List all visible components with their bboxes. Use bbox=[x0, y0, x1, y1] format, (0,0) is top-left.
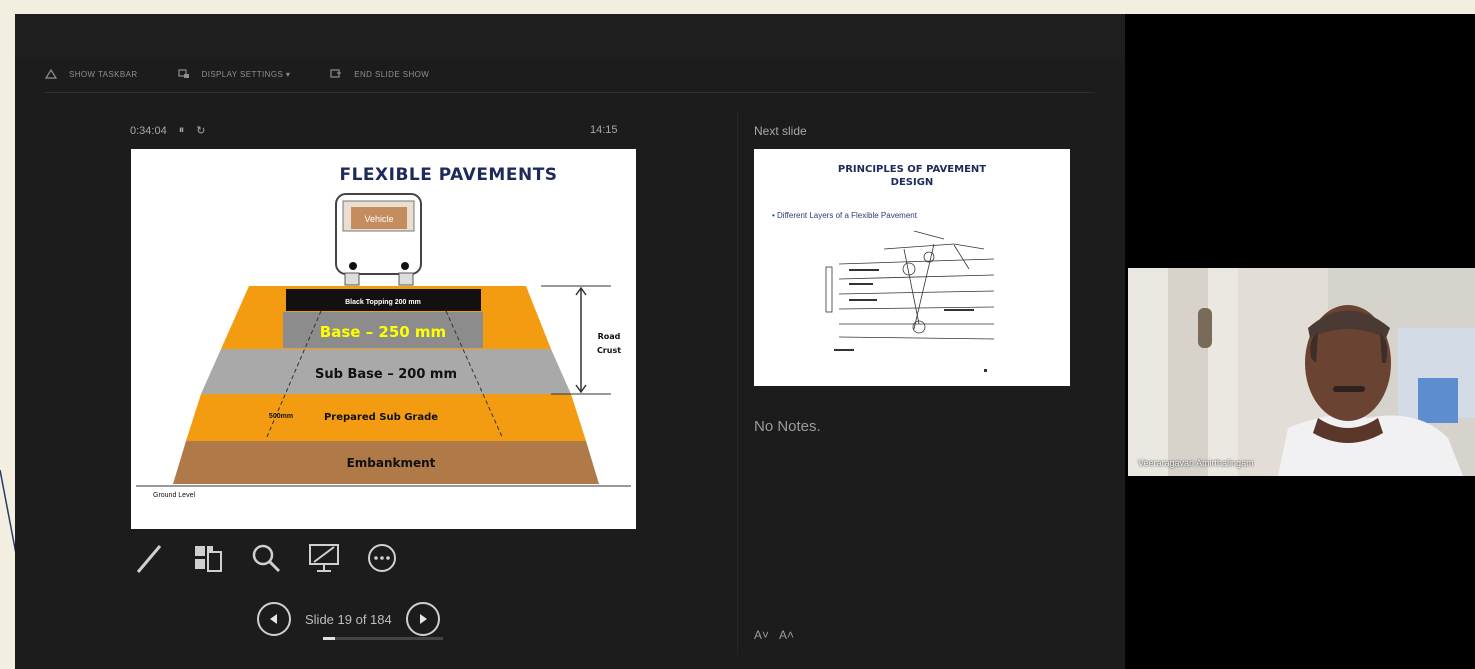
show-taskbar-button[interactable]: SHOW TASKBAR bbox=[45, 68, 138, 80]
elapsed-time: 0:34:04 bbox=[130, 124, 167, 137]
black-topping-label: Black Topping 200 mm bbox=[345, 299, 421, 306]
end-slide-show-label: END SLIDE SHOW bbox=[354, 69, 430, 79]
title-bar bbox=[15, 14, 1125, 58]
pause-icon[interactable]: ⏸ bbox=[179, 124, 185, 137]
display-settings-button[interactable]: DISPLAY SETTINGS ▾ bbox=[177, 68, 291, 80]
previous-slide-button[interactable] bbox=[257, 602, 291, 636]
slide-counter: Slide 19 of 184 bbox=[305, 611, 392, 627]
black-screen-icon[interactable] bbox=[306, 540, 342, 576]
sub-base-label: Sub Base – 200 mm bbox=[315, 367, 457, 382]
pavement-layers-sketch bbox=[825, 230, 995, 372]
vehicle-label: Vehicle bbox=[364, 214, 393, 224]
subgrade-label: Prepared Sub Grade bbox=[324, 412, 438, 423]
taskbar-icon bbox=[45, 68, 57, 79]
road-crust-label-2: Crust bbox=[597, 346, 621, 355]
current-slide[interactable]: Vehicle Black Topping 200 mm Base – 250 … bbox=[131, 149, 636, 529]
next-slide-heading: Next slide bbox=[754, 124, 807, 138]
timer: 0:34:04 ⏸ ↻ bbox=[130, 124, 205, 137]
base-label: Base – 250 mm bbox=[320, 323, 446, 341]
next-arrow-icon bbox=[419, 614, 427, 624]
participant-video-frame bbox=[1128, 268, 1475, 476]
slide-progress-bar bbox=[323, 637, 443, 640]
slide-title: FLEXIBLE PAVEMENTS bbox=[339, 165, 558, 185]
notes-font-controls: A˅ A˄ bbox=[754, 628, 794, 642]
current-time: 14:15 bbox=[590, 124, 618, 136]
display-settings-icon bbox=[177, 69, 189, 78]
slide-navigation: Slide 19 of 184 bbox=[257, 602, 440, 636]
road-crust-label-1: Road bbox=[598, 332, 621, 341]
previous-arrow-icon bbox=[270, 614, 277, 624]
vehicle-icon: Vehicle bbox=[335, 193, 422, 286]
presenter-toolbar: SHOW TASKBAR DISPLAY SETTINGS ▾ END SLID… bbox=[45, 64, 429, 84]
next-slide-preview[interactable]: PRINCIPLES OF PAVEMENT DESIGN • Differen… bbox=[754, 149, 1070, 386]
next-slide-button[interactable] bbox=[405, 602, 440, 636]
flexible-pavement-diagram: Vehicle Black Topping 200 mm Base – 250 … bbox=[136, 193, 633, 499]
display-settings-label: DISPLAY SETTINGS ▾ bbox=[201, 69, 291, 79]
subgrade-note-label: 500mm bbox=[269, 413, 293, 420]
end-slide-show-button[interactable]: END SLIDE SHOW bbox=[330, 68, 429, 80]
pen-icon[interactable] bbox=[132, 540, 168, 576]
embankment-label: Embankment bbox=[347, 456, 436, 470]
slide-tools bbox=[132, 540, 400, 576]
decrease-font-icon[interactable]: A˅ bbox=[754, 628, 769, 642]
toolbar-divider bbox=[45, 92, 1095, 93]
slide-progress-fill bbox=[323, 637, 335, 640]
speaker-notes: No Notes. bbox=[754, 418, 821, 435]
ground-level-label: Ground Level bbox=[153, 492, 195, 499]
zoom-icon[interactable] bbox=[248, 540, 284, 576]
participant-name: Veeraragavan Amirthalingam bbox=[1138, 458, 1254, 468]
increase-font-icon[interactable]: A˄ bbox=[779, 628, 794, 642]
show-taskbar-label: SHOW TASKBAR bbox=[69, 69, 138, 79]
end-show-icon bbox=[330, 69, 342, 78]
more-options-icon[interactable] bbox=[364, 540, 400, 576]
participant-video[interactable]: Veeraragavan Amirthalingam bbox=[1128, 268, 1475, 476]
panel-divider bbox=[737, 110, 738, 655]
see-all-slides-icon[interactable] bbox=[190, 540, 226, 576]
reset-timer-icon[interactable]: ↻ bbox=[196, 124, 205, 137]
